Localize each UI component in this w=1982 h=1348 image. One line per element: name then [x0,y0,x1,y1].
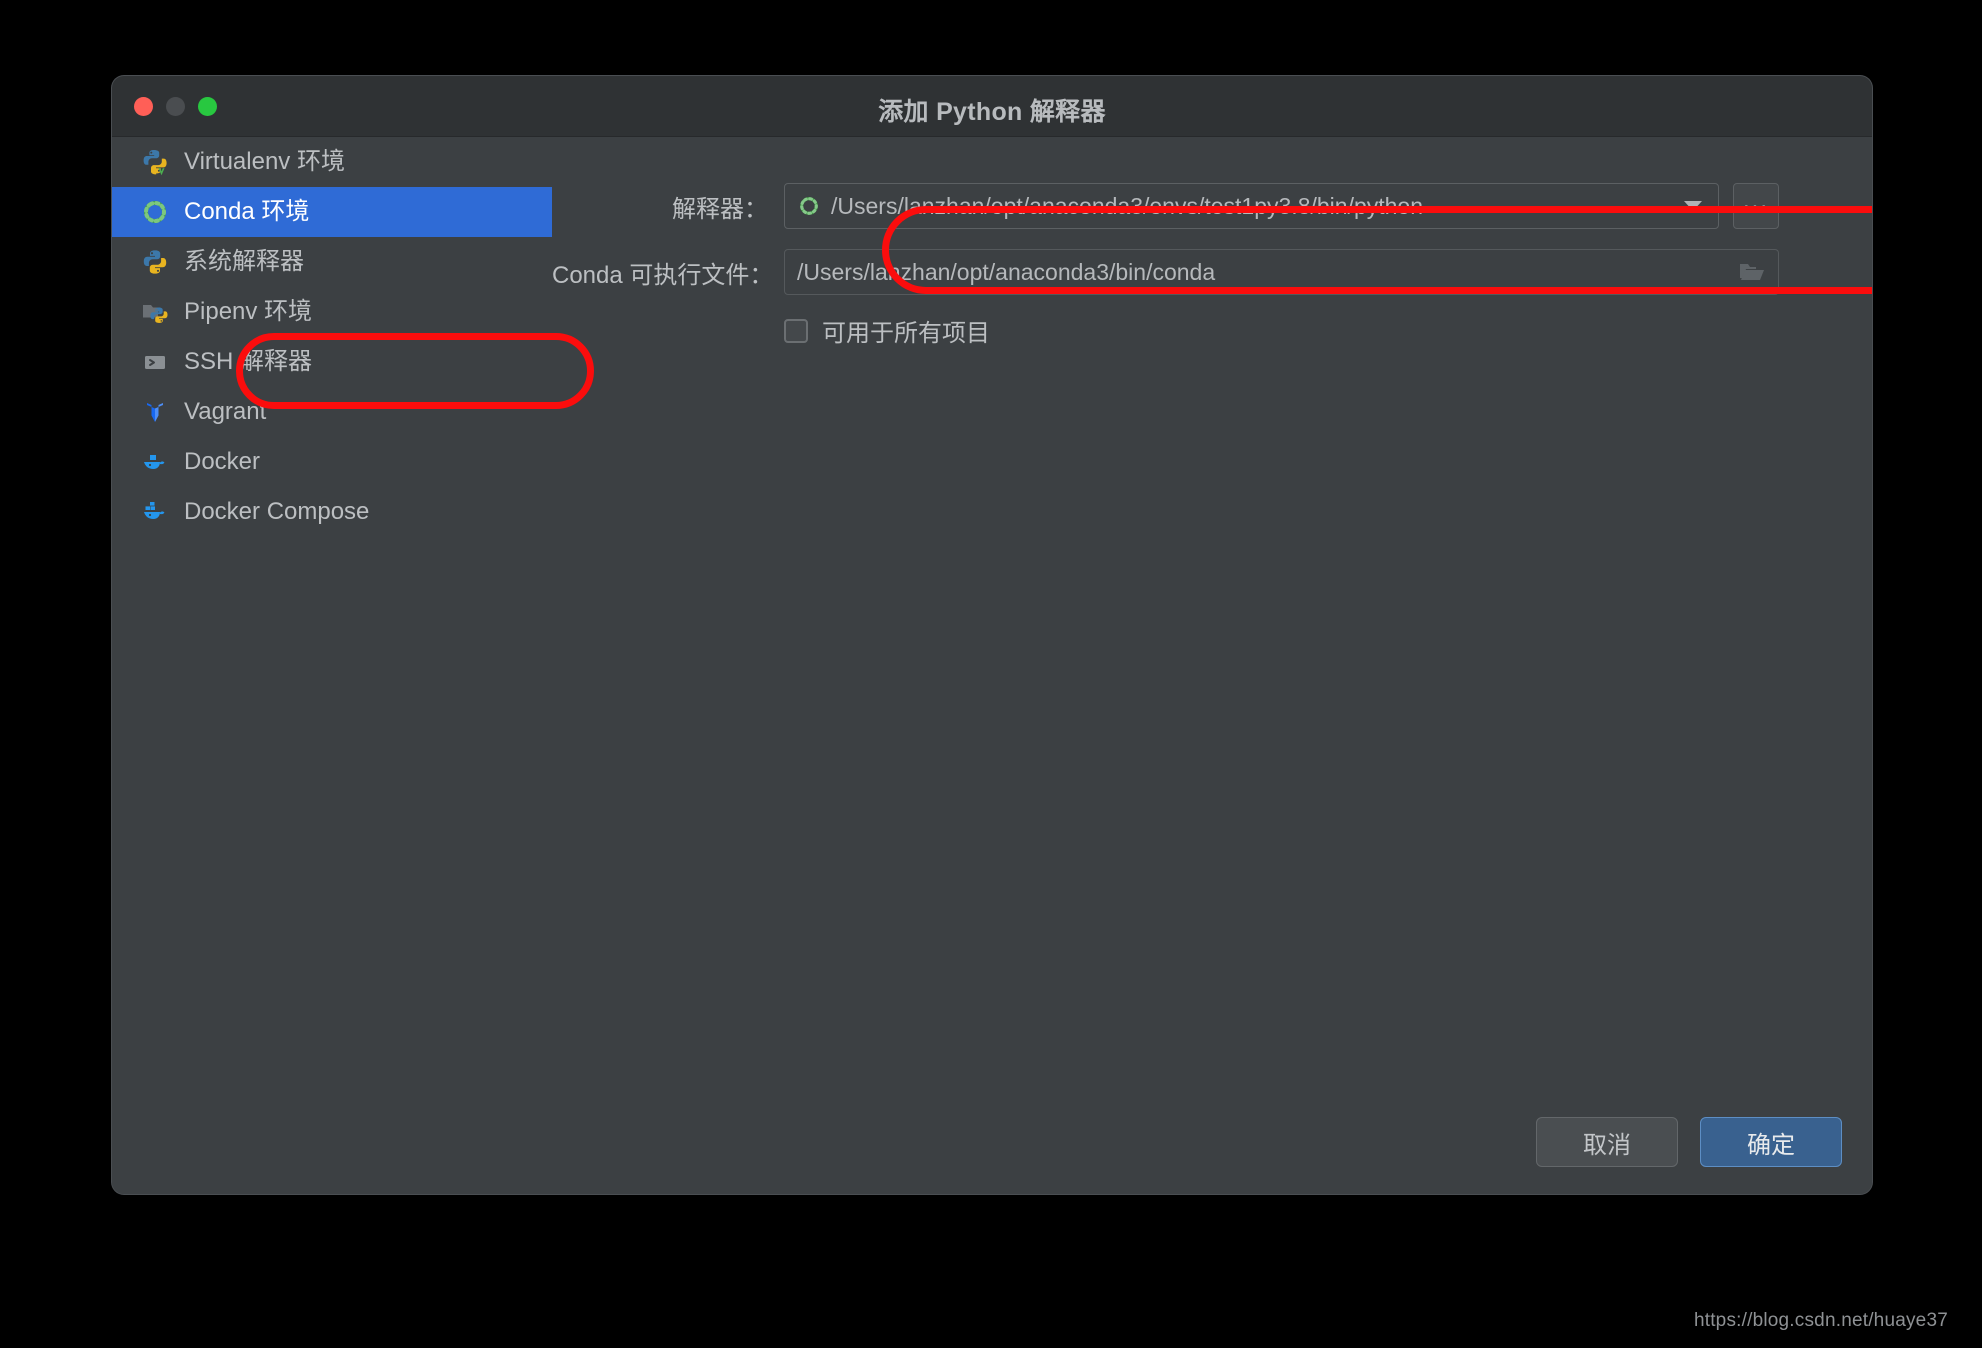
interpreter-path-value: /Users/lanzhan/opt/anaconda3/envs/test1p… [831,192,1424,219]
window-titlebar: 添加 Python 解释器 [112,76,1872,137]
sidebar-item-docker-compose[interactable]: Docker Compose [112,487,552,537]
interpreter-browse-button[interactable]: ... [1733,183,1779,229]
folder-open-icon[interactable] [1738,260,1766,284]
dialog-footer: 取消 确定 [1536,1117,1842,1167]
available-to-all-row: 可用于所有项目 [552,313,1872,348]
python-icon [140,247,170,277]
sidebar-item-label: Virtualenv 环境 [184,148,345,175]
sidebar-item-label: Docker Compose [184,498,370,525]
sidebar-item-docker[interactable]: Docker [112,437,552,487]
dialog-body: Virtualenv 环境 Conda 环境 系统解释器 Pipenv 环境 S… [112,137,1872,1194]
interpreter-type-sidebar: Virtualenv 环境 Conda 环境 系统解释器 Pipenv 环境 S… [112,137,552,1194]
ok-button[interactable]: 确定 [1700,1117,1842,1167]
interpreter-settings-panel: 解释器： /Users/lanzhan/opt/anaconda3/envs/t… [552,137,1872,1194]
cancel-button[interactable]: 取消 [1536,1117,1678,1167]
python-virtualenv-icon [140,147,170,177]
conda-icon [797,194,821,218]
sidebar-item-label: Docker [184,448,261,475]
sidebar-item-pipenv[interactable]: Pipenv 环境 [112,287,552,337]
watermark: https://blog.csdn.net/huaye37 [1693,1310,1948,1331]
interpreter-combobox[interactable]: /Users/lanzhan/opt/anaconda3/envs/test1p… [784,183,1719,229]
sidebar-item-conda[interactable]: Conda 环境 [112,187,552,237]
sidebar-item-label: 系统解释器 [184,248,304,275]
conda-executable-label: Conda 可执行文件： [552,261,774,289]
docker-whale-icon [140,447,170,477]
sidebar-item-system-interpreter[interactable]: 系统解释器 [112,237,552,287]
conda-executable-row: Conda 可执行文件： /Users/lanzhan/opt/anaconda… [552,249,1872,295]
available-to-all-checkbox[interactable]: 可用于所有项目 [784,313,990,348]
window-title: 添加 Python 解释器 [878,98,1106,126]
sidebar-item-vagrant[interactable]: Vagrant [112,387,552,437]
vagrant-icon [140,397,170,427]
sidebar-item-label: Vagrant [184,398,267,425]
sidebar-item-ssh[interactable]: SSH 解释器 [112,337,552,387]
interpreter-row: 解释器： /Users/lanzhan/opt/anaconda3/envs/t… [552,183,1872,229]
sidebar-item-label: SSH 解释器 [184,348,313,375]
conda-executable-input[interactable]: /Users/lanzhan/opt/anaconda3/bin/conda [784,249,1779,295]
checkbox-box[interactable] [784,318,808,343]
available-to-all-label: 可用于所有项目 [822,320,990,347]
add-python-interpreter-dialog: 添加 Python 解释器 Virtualenv 环境 Conda 环境 系统解… [112,76,1872,1194]
sidebar-item-label: Pipenv 环境 [184,298,313,325]
interpreter-label: 解释器： [672,195,768,223]
sidebar-item-label: Conda 环境 [184,198,310,225]
ssh-terminal-icon [140,347,170,377]
conda-icon [140,197,170,227]
conda-executable-value: /Users/lanzhan/opt/anaconda3/bin/conda [797,258,1216,285]
chevron-down-icon[interactable] [1684,201,1702,211]
pipenv-folder-python-icon [140,297,170,327]
docker-compose-whale-icon [140,497,170,527]
sidebar-item-virtualenv[interactable]: Virtualenv 环境 [112,137,552,187]
